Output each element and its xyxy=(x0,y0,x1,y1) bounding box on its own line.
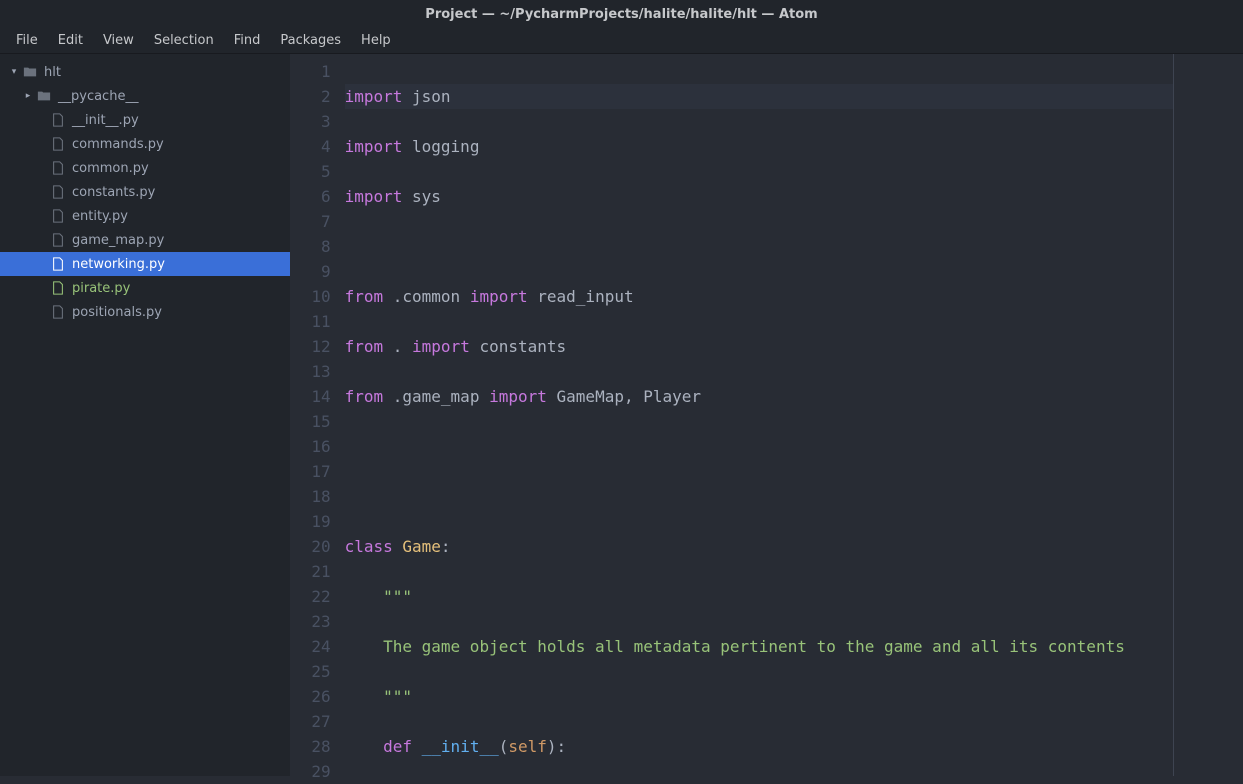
line-number: 28 xyxy=(290,734,331,759)
tree-item-label: hlt xyxy=(44,65,61,80)
tree-item-label: common.py xyxy=(72,161,149,176)
line-number: 7 xyxy=(290,209,331,234)
tree-file[interactable]: __init__.py xyxy=(0,108,290,132)
tree-file[interactable]: entity.py xyxy=(0,204,290,228)
line-number: 14 xyxy=(290,384,331,409)
tree-item-label: constants.py xyxy=(72,185,155,200)
line-number: 3 xyxy=(290,109,331,134)
window-title: Project — ~/PycharmProjects/halite/halit… xyxy=(425,7,817,22)
line-number: 9 xyxy=(290,259,331,284)
tree-item-label: __init__.py xyxy=(72,113,139,128)
tree-root-folder[interactable]: ▾ hlt xyxy=(0,60,290,84)
file-icon xyxy=(50,280,66,296)
file-icon xyxy=(50,256,66,272)
tree-file-modified[interactable]: pirate.py xyxy=(0,276,290,300)
tree-item-label: __pycache__ xyxy=(58,89,138,104)
chevron-down-icon[interactable]: ▾ xyxy=(8,67,20,77)
folder-icon xyxy=(36,88,52,104)
menu-edit[interactable]: Edit xyxy=(48,29,93,52)
line-number: 27 xyxy=(290,709,331,734)
line-number: 2 xyxy=(290,84,331,109)
line-number: 20 xyxy=(290,534,331,559)
tree-file[interactable]: game_map.py xyxy=(0,228,290,252)
tree-item-label: commands.py xyxy=(72,137,164,152)
file-icon xyxy=(50,112,66,128)
line-number: 8 xyxy=(290,234,331,259)
line-number: 1 xyxy=(290,59,331,84)
menu-help[interactable]: Help xyxy=(351,29,401,52)
tree-item-label: networking.py xyxy=(72,257,165,272)
line-number: 11 xyxy=(290,309,331,334)
tree-view[interactable]: ▾ hlt ▸ __pycache__ __init__.py c xyxy=(0,54,290,776)
title-bar: Project — ~/PycharmProjects/halite/halit… xyxy=(0,0,1243,28)
tree-file[interactable]: constants.py xyxy=(0,180,290,204)
tree-file-selected[interactable]: networking.py xyxy=(0,252,290,276)
line-number: 4 xyxy=(290,134,331,159)
line-number: 22 xyxy=(290,584,331,609)
line-gutter: 1234567891011121314151617181920212223242… xyxy=(290,54,345,776)
tree-item-label: game_map.py xyxy=(72,233,164,248)
menu-file[interactable]: File xyxy=(6,29,48,52)
tree-file[interactable]: positionals.py xyxy=(0,300,290,324)
file-icon xyxy=(50,208,66,224)
line-number: 25 xyxy=(290,659,331,684)
editor-pane[interactable]: 1234567891011121314151617181920212223242… xyxy=(290,54,1243,776)
tree-file[interactable]: commands.py xyxy=(0,132,290,156)
line-number: 13 xyxy=(290,359,331,384)
line-number: 23 xyxy=(290,609,331,634)
line-number: 16 xyxy=(290,434,331,459)
menu-find[interactable]: Find xyxy=(224,29,271,52)
tree-file[interactable]: common.py xyxy=(0,156,290,180)
line-number: 5 xyxy=(290,159,331,184)
line-number: 10 xyxy=(290,284,331,309)
file-icon xyxy=(50,160,66,176)
line-number: 19 xyxy=(290,509,331,534)
tree-item-label: pirate.py xyxy=(72,281,130,296)
code-area[interactable]: import json import logging import sys fr… xyxy=(345,54,1173,776)
folder-icon xyxy=(22,64,38,80)
menu-bar: File Edit View Selection Find Packages H… xyxy=(0,28,1243,54)
chevron-right-icon[interactable]: ▸ xyxy=(22,91,34,101)
line-number: 24 xyxy=(290,634,331,659)
line-number: 6 xyxy=(290,184,331,209)
line-number: 21 xyxy=(290,559,331,584)
file-icon xyxy=(50,136,66,152)
line-number: 18 xyxy=(290,484,331,509)
line-number: 29 xyxy=(290,759,331,784)
file-icon xyxy=(50,304,66,320)
minimap[interactable] xyxy=(1173,54,1243,776)
tree-item-label: entity.py xyxy=(72,209,128,224)
main-area: ▾ hlt ▸ __pycache__ __init__.py c xyxy=(0,54,1243,776)
menu-packages[interactable]: Packages xyxy=(270,29,351,52)
menu-view[interactable]: View xyxy=(93,29,144,52)
line-number: 26 xyxy=(290,684,331,709)
file-icon xyxy=(50,232,66,248)
menu-selection[interactable]: Selection xyxy=(144,29,224,52)
line-number: 12 xyxy=(290,334,331,359)
tree-item-label: positionals.py xyxy=(72,305,162,320)
line-number: 17 xyxy=(290,459,331,484)
file-icon xyxy=(50,184,66,200)
line-number: 15 xyxy=(290,409,331,434)
tree-folder-pycache[interactable]: ▸ __pycache__ xyxy=(0,84,290,108)
